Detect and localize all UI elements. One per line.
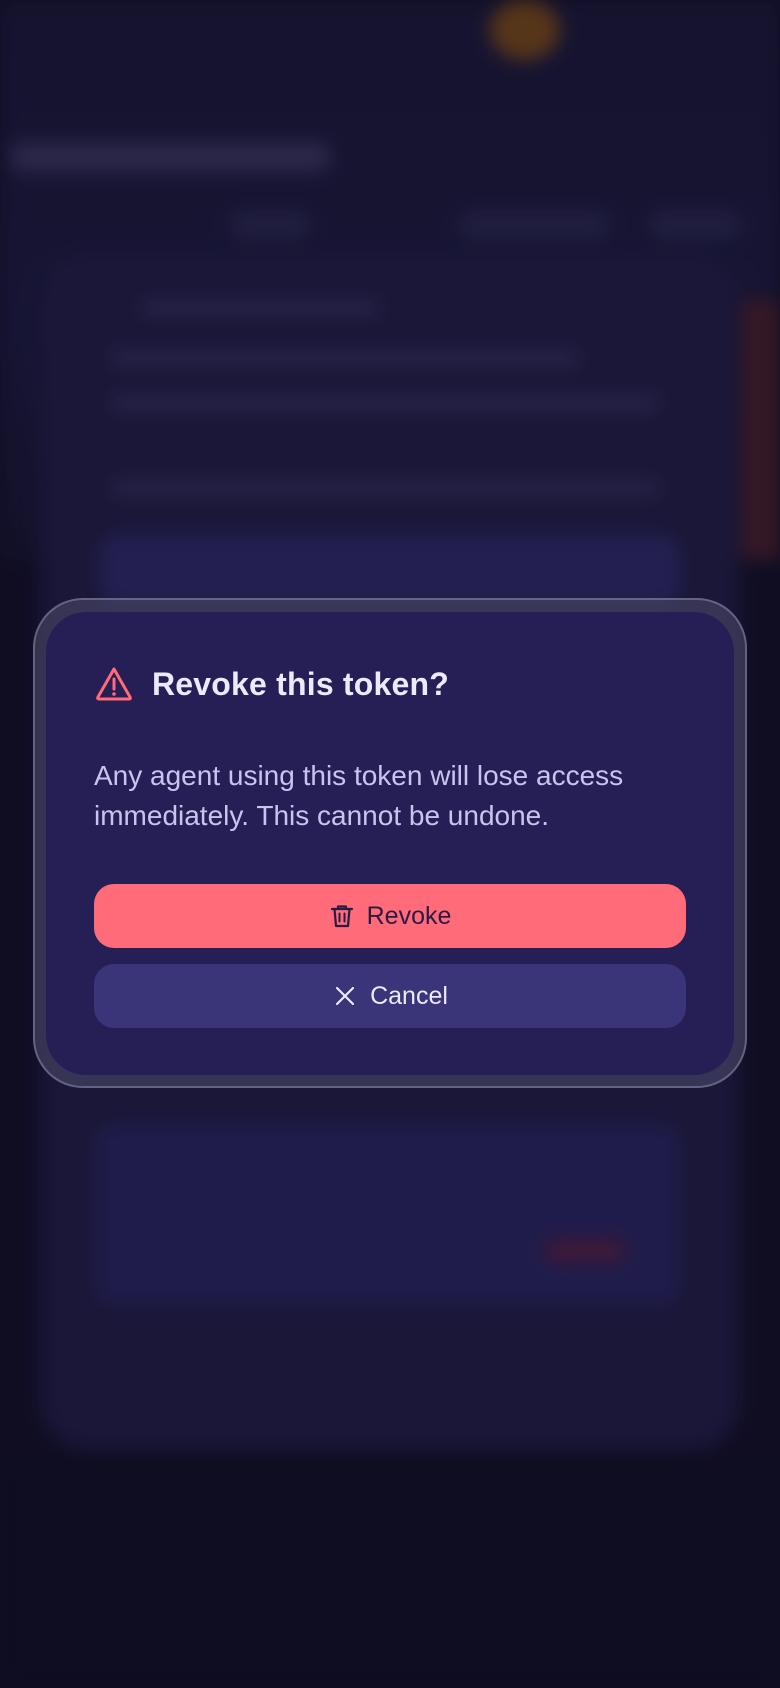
revoke-button-label: Revoke bbox=[366, 901, 452, 930]
revoke-button[interactable]: Revoke bbox=[94, 884, 686, 948]
trash-icon bbox=[329, 903, 355, 929]
cancel-button-label: Cancel bbox=[370, 981, 448, 1010]
dialog-title: Revoke this token? bbox=[152, 665, 450, 702]
dialog-message: Any agent using this token will lose acc… bbox=[94, 760, 624, 831]
cancel-button[interactable]: Cancel bbox=[94, 964, 686, 1028]
close-icon bbox=[332, 983, 358, 1009]
dialog-header: Revoke this token? bbox=[94, 660, 449, 708]
warning-triangle-icon bbox=[94, 664, 134, 704]
